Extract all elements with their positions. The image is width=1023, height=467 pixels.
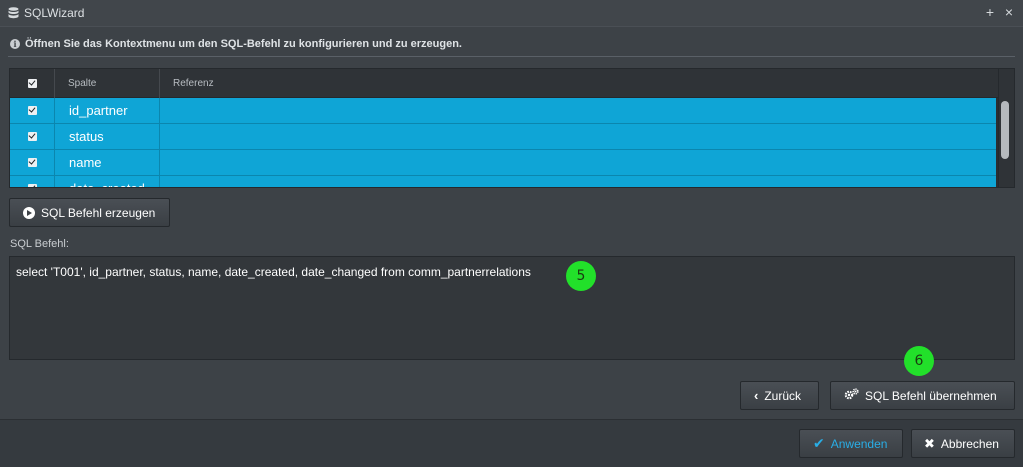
cancel-label: Abbrechen <box>940 436 999 451</box>
database-icon <box>8 7 19 19</box>
table-row[interactable]: id_partner <box>10 98 996 124</box>
cell-referenz[interactable] <box>160 150 996 175</box>
table-row[interactable]: name <box>10 150 996 176</box>
close-x-icon: ✖ <box>924 435 935 451</box>
play-circle-icon <box>23 206 35 219</box>
cell-spalte: date_created <box>55 176 160 187</box>
close-button[interactable]: × <box>1002 4 1016 20</box>
generate-sql-button[interactable]: SQL Befehl erzeugen <box>9 198 170 227</box>
row-checkbox[interactable] <box>27 106 37 115</box>
apply-label: Anwenden <box>830 436 888 451</box>
select-all-header[interactable] <box>10 69 55 98</box>
back-button[interactable]: ‹ Zurück <box>740 381 819 410</box>
divider <box>8 56 1015 57</box>
info-icon: i <box>10 39 20 49</box>
step-marker-5: 5 <box>566 261 596 291</box>
maximize-button[interactable]: + <box>983 4 997 20</box>
column-grid: Spalte Referenz id_partner status name d… <box>9 68 1015 188</box>
column-header-spalte[interactable]: Spalte <box>55 69 160 98</box>
scrollbar-thumb[interactable] <box>1001 101 1009 159</box>
cell-spalte: status <box>55 124 160 149</box>
row-checkbox[interactable] <box>27 132 37 141</box>
cell-referenz[interactable] <box>160 98 996 123</box>
cell-spalte: id_partner <box>55 98 160 123</box>
sql-label: SQL Befehl: <box>10 238 69 250</box>
column-header-referenz[interactable]: Referenz <box>160 69 998 98</box>
sql-textarea[interactable]: select 'T001', id_partner, status, name,… <box>9 256 1015 360</box>
info-text: Öffnen Sie das Kontextmenu um den SQL-Be… <box>25 38 462 50</box>
cell-referenz[interactable] <box>160 176 996 187</box>
step-marker-6: 6 <box>904 346 934 376</box>
sql-text: select 'T001', id_partner, status, name,… <box>16 265 531 279</box>
table-row[interactable]: date_created <box>10 176 996 187</box>
gears-icon <box>844 388 859 403</box>
row-checkbox[interactable] <box>27 158 37 167</box>
apply-sql-button[interactable]: SQL Befehl übernehmen <box>830 381 1015 410</box>
select-all-checkbox[interactable] <box>27 79 37 88</box>
apply-sql-label: SQL Befehl übernehmen <box>865 388 997 403</box>
grid-body: id_partner status name date_created <box>10 98 996 187</box>
chevron-left-icon: ‹ <box>754 388 759 403</box>
row-checkbox[interactable] <box>27 184 37 187</box>
cell-spalte: name <box>55 150 160 175</box>
window-title: SQLWizard <box>24 6 85 20</box>
cell-referenz[interactable] <box>160 124 996 149</box>
generate-sql-label: SQL Befehl erzeugen <box>41 205 156 220</box>
apply-button[interactable]: ✔ Anwenden <box>799 429 903 458</box>
table-row[interactable]: status <box>10 124 996 150</box>
cancel-button[interactable]: ✖ Abbrechen <box>911 429 1015 458</box>
title-bar: SQLWizard + × <box>0 0 1023 27</box>
grid-header: Spalte Referenz <box>10 69 998 98</box>
info-message: i Öffnen Sie das Kontextmenu um den SQL-… <box>10 38 462 50</box>
checkmark-icon: ✔ <box>813 435 825 451</box>
back-label: Zurück <box>764 388 802 403</box>
